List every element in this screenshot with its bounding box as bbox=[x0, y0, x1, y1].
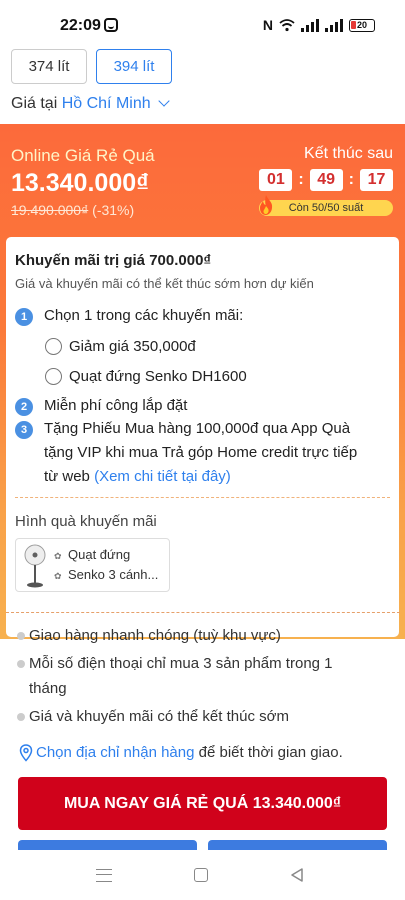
benefit-3: Giá và khuyến mãi có thể kết thúc sớm bbox=[29, 708, 289, 725]
promo-item-3-line2: tặng VIP khi mua Trả góp Home credit trự… bbox=[44, 444, 358, 461]
status-bar: 22:09 N 20 bbox=[0, 0, 405, 40]
signal-icon bbox=[301, 18, 319, 32]
promo-item-1: Chọn 1 trong các khuyến mãi: bbox=[44, 307, 244, 324]
option-fan-label[interactable]: Quạt đứng Senko DH1600 bbox=[69, 366, 247, 388]
capacity-option-394[interactable]: 394 lít bbox=[96, 49, 172, 84]
app-notification-icon bbox=[104, 18, 118, 32]
capacity-options: 374 lít 394 lít bbox=[11, 49, 172, 84]
chevron-down-icon bbox=[158, 95, 170, 107]
option-discount-label[interactable]: Giảm giá 350,000đ bbox=[69, 336, 196, 358]
gift-name-line2: Senko 3 cánh... bbox=[68, 567, 159, 582]
choose-address-link[interactable]: Chọn địa chỉ nhận hàng bbox=[36, 744, 194, 761]
radio-discount[interactable] bbox=[45, 338, 62, 355]
divider bbox=[15, 497, 390, 498]
address-line: Chọn địa chỉ nhận hàng để biết thời gian… bbox=[36, 744, 343, 761]
timer-hours: 01 bbox=[259, 169, 293, 191]
battery-icon: 20 bbox=[349, 18, 375, 32]
system-nav-bar bbox=[0, 850, 405, 900]
price-location-prefix: Giá tại bbox=[11, 95, 58, 112]
deal-label: Online Giá Rẻ Quá bbox=[11, 146, 155, 165]
old-price-value: 19.490.000₫ bbox=[11, 202, 89, 218]
capacity-option-374[interactable]: 374 lít bbox=[11, 49, 87, 84]
bullet bbox=[17, 660, 25, 668]
countdown-label: Kết thúc sau bbox=[304, 145, 393, 162]
home-icon[interactable] bbox=[194, 868, 208, 882]
gift-icon: ✿ bbox=[54, 551, 62, 561]
status-icons: N 20 bbox=[263, 17, 375, 33]
gift-title: Hình quà khuyến mãi bbox=[15, 513, 157, 530]
promo-subtitle: Giá và khuyến mãi có thể kết thúc sớm hơ… bbox=[15, 276, 314, 291]
buy-now-button[interactable]: MUA NGAY GIÁ RẺ QUÁ 13.340.000₫ bbox=[18, 777, 387, 830]
timer-seconds: 17 bbox=[360, 169, 393, 191]
countdown-timer: 01 : 49 : 17 bbox=[259, 169, 393, 191]
step-number-3: 3 bbox=[15, 421, 33, 439]
step-number-2: 2 bbox=[15, 398, 33, 416]
discount-percent: (-31%) bbox=[92, 202, 135, 218]
stock-badge: Còn 50/50 suất bbox=[259, 200, 393, 216]
benefit-1: Giao hàng nhanh chóng (tuỳ khu vực) bbox=[29, 627, 281, 644]
promo-item-2: Miễn phí công lắp đặt bbox=[44, 397, 188, 414]
bullet bbox=[17, 632, 25, 640]
location-pin-icon bbox=[19, 744, 33, 762]
benefit-2-cont: tháng bbox=[29, 680, 67, 697]
benefit-2: Mỗi số điện thoại chỉ mua 3 sản phẩm tro… bbox=[29, 655, 333, 672]
divider-2 bbox=[6, 612, 400, 613]
promo-detail-link[interactable]: (Xem chi tiết tại đây) bbox=[94, 468, 231, 485]
step-number-1: 1 bbox=[15, 308, 33, 326]
promo-item-3-line3: từ web (Xem chi tiết tại đây) bbox=[44, 466, 231, 488]
nfc-icon: N bbox=[262, 17, 273, 33]
price-location-city[interactable]: Hồ Chí Minh bbox=[62, 95, 151, 112]
price-location-selector[interactable]: Giá tại Hồ Chí Minh bbox=[11, 95, 170, 113]
gift-card[interactable]: ✿ ✿ Quạt đứng Senko 3 cánh... bbox=[15, 538, 170, 592]
fan-image bbox=[24, 544, 46, 588]
deal-price: 13.340.000₫ bbox=[11, 169, 149, 197]
wifi-icon bbox=[279, 18, 295, 31]
menu-icon[interactable] bbox=[96, 869, 112, 882]
radio-fan[interactable] bbox=[45, 368, 62, 385]
clock: 22:09 bbox=[60, 17, 101, 34]
gift-icon-2: ✿ bbox=[54, 571, 62, 581]
gift-name-line1: Quạt đứng bbox=[68, 547, 131, 562]
deal-old-price: 19.490.000₫ (-31%) bbox=[11, 202, 134, 218]
fire-icon bbox=[260, 195, 273, 215]
bullet bbox=[17, 713, 25, 721]
signal-icon-2 bbox=[325, 18, 343, 32]
timer-minutes: 49 bbox=[309, 169, 343, 191]
promo-item-3-text: từ web bbox=[44, 468, 90, 485]
address-suffix: để biết thời gian giao. bbox=[194, 744, 343, 761]
promo-item-3-line1: Tặng Phiếu Mua hàng 100,000đ qua App Quà bbox=[44, 420, 351, 437]
back-icon[interactable] bbox=[290, 868, 304, 882]
promo-title: Khuyến mãi trị giá 700.000₫ bbox=[15, 252, 212, 269]
